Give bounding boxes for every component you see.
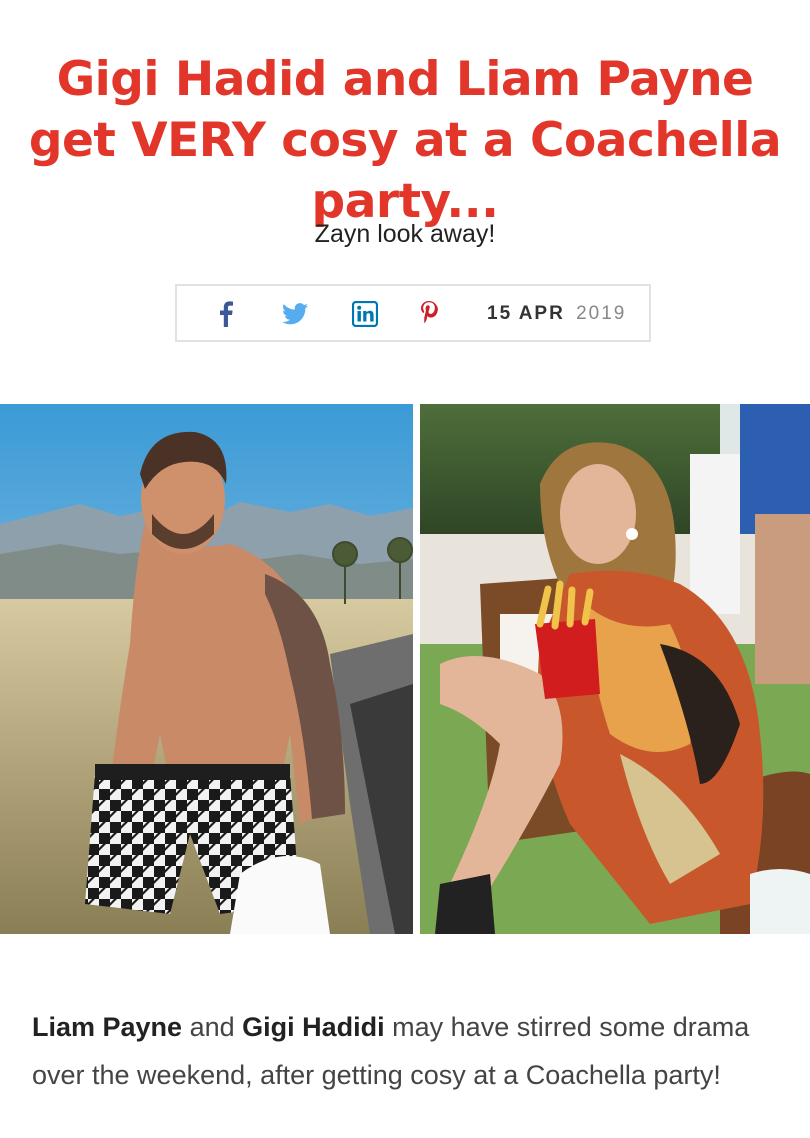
article-subtitle: Zayn look away! xyxy=(314,220,496,248)
twitter-icon[interactable] xyxy=(280,298,310,330)
article-body: Liam Payne and Gigi Hadidi may have stir… xyxy=(32,1003,792,1099)
photo-gigi-hadid xyxy=(420,404,810,934)
linkedin-icon[interactable] xyxy=(349,298,381,330)
facebook-icon[interactable] xyxy=(213,298,239,330)
body-bold-name-2: Gigi Hadidi xyxy=(242,1012,385,1042)
publish-date-day-month: 15 APR xyxy=(487,303,565,324)
article-headline: Gigi Hadid and Liam Payne get VERY cosy … xyxy=(28,52,782,230)
body-bold-name-1: Liam Payne xyxy=(32,1012,183,1042)
body-text-1: and xyxy=(182,1012,243,1042)
publish-date: 15 APR 2019 xyxy=(487,303,626,325)
photo-liam-payne xyxy=(0,404,413,934)
pinterest-icon[interactable] xyxy=(417,298,441,330)
share-bar: 15 APR 2019 xyxy=(175,284,651,342)
publish-date-year: 2019 xyxy=(576,303,627,324)
